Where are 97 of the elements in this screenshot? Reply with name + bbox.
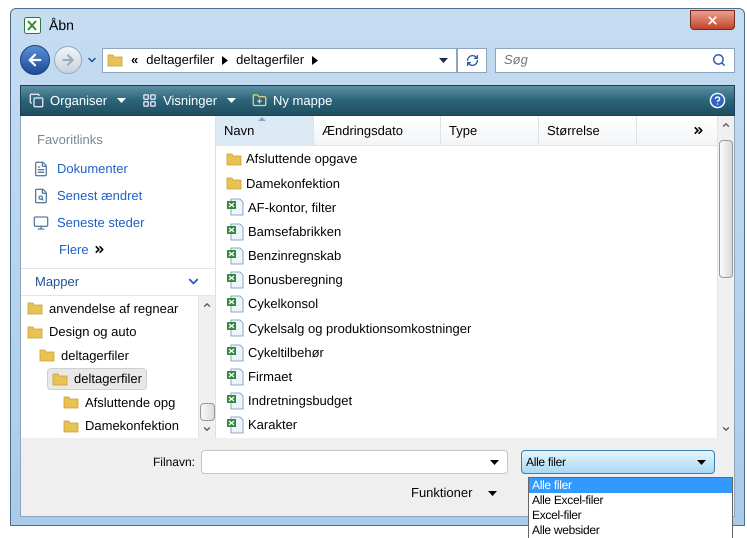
search-field[interactable]: Søg xyxy=(495,48,735,72)
help-icon[interactable] xyxy=(709,92,726,109)
more-columns-icon[interactable] xyxy=(692,124,705,137)
folder-icon xyxy=(39,347,55,364)
close-icon xyxy=(706,14,719,26)
file-item[interactable]: Afsluttende opgave xyxy=(216,147,717,172)
column-header[interactable]: Type xyxy=(441,116,539,145)
tree-item[interactable]: Design og auto xyxy=(23,320,140,343)
scroll-down-icon[interactable] xyxy=(202,424,212,434)
dropdown-arrow-icon[interactable] xyxy=(439,58,448,62)
breadcrumb-arrow-icon[interactable] xyxy=(312,56,318,64)
column-header[interactable]: Navn xyxy=(216,116,314,145)
spreadsheet-file-icon xyxy=(226,368,244,386)
scroll-thumb[interactable] xyxy=(719,140,733,278)
more-icon[interactable] xyxy=(92,243,106,256)
caret-icon xyxy=(697,460,706,464)
column-header[interactable]: Størrelse xyxy=(539,116,637,145)
grid-icon xyxy=(142,93,158,108)
favorite-link[interactable]: Senest ændret xyxy=(57,186,142,206)
caret-icon[interactable] xyxy=(490,460,499,464)
filename-field[interactable] xyxy=(201,450,508,474)
sort-arrow-icon xyxy=(258,117,266,121)
dropdown-option[interactable]: Excel-filer xyxy=(529,508,732,523)
file-item[interactable]: Cykelkonsol xyxy=(216,292,717,316)
app-icon xyxy=(24,16,41,34)
folder-icon xyxy=(52,370,68,387)
scroll-down-icon[interactable] xyxy=(721,424,731,434)
spreadsheet-file-icon xyxy=(226,416,244,434)
link-icon xyxy=(33,215,49,231)
scroll-up-icon[interactable] xyxy=(721,120,731,130)
column-header[interactable]: Ændringsdato xyxy=(314,116,441,145)
file-item[interactable]: AF-kontor, filter xyxy=(216,195,717,220)
refresh-icon xyxy=(466,54,478,66)
tree-item[interactable]: anvendelse af regnear xyxy=(23,297,182,320)
search-icon[interactable] xyxy=(712,53,726,67)
file-item[interactable]: Bamsefabrikken xyxy=(216,220,717,244)
file-item[interactable]: Firmaet xyxy=(216,364,717,389)
pages-icon xyxy=(29,93,44,108)
window-title: Åbn xyxy=(49,16,74,34)
folder-icon xyxy=(226,175,242,192)
tools-button[interactable]: Funktioner xyxy=(411,483,498,503)
file-item[interactable]: Cykelsalg og produktionsomkostninger xyxy=(216,316,717,340)
link-icon xyxy=(33,161,49,177)
caret-icon xyxy=(117,98,126,103)
favorite-link[interactable]: Seneste steder xyxy=(57,213,144,233)
spreadsheet-file-icon xyxy=(226,198,244,216)
back-button[interactable] xyxy=(20,45,50,75)
folder-icon xyxy=(226,151,242,168)
more-link[interactable]: Flere xyxy=(59,240,89,260)
arrow-right-icon xyxy=(60,52,76,68)
folder-icon xyxy=(27,324,43,340)
file-item[interactable]: Indretningsbudget xyxy=(216,388,717,414)
breadcrumb[interactable]: deltagerfiler xyxy=(146,50,214,70)
file-item[interactable]: Karakter xyxy=(216,413,717,438)
file-item[interactable]: Damekonfektion xyxy=(216,171,717,196)
caret-icon xyxy=(227,98,236,103)
spreadsheet-file-icon xyxy=(226,392,244,410)
spreadsheet-file-icon xyxy=(226,295,244,314)
refresh-button[interactable] xyxy=(457,48,487,72)
tree-item[interactable]: deltagerfiler xyxy=(47,368,147,390)
spreadsheet-file-icon xyxy=(226,344,244,362)
folder-plus-icon xyxy=(252,93,268,108)
close-button[interactable] xyxy=(690,10,735,30)
favorite-link[interactable]: Dokumenter xyxy=(57,159,128,179)
spreadsheet-file-icon xyxy=(226,319,244,338)
scroll-thumb[interactable] xyxy=(200,402,214,421)
toolbar-button[interactable]: Visninger xyxy=(142,90,236,110)
file-item[interactable]: Cykeltilbehør xyxy=(216,340,717,365)
tree-item[interactable]: deltagerfiler xyxy=(35,344,133,366)
spreadsheet-file-icon xyxy=(226,246,244,265)
breadcrumb[interactable]: deltagerfiler xyxy=(236,50,304,70)
folders-header[interactable]: Mapper xyxy=(21,268,215,296)
breadcrumb-arrow-icon[interactable] xyxy=(222,56,228,64)
spreadsheet-file-icon xyxy=(226,271,244,290)
file-item[interactable]: Benzinregnskab xyxy=(216,244,717,268)
scrollbar[interactable] xyxy=(717,116,734,438)
caret-icon xyxy=(488,490,498,496)
section-title: Favoritlinks xyxy=(36,131,104,149)
link-icon xyxy=(33,188,49,204)
dropdown-option[interactable]: Alle websider xyxy=(529,523,732,538)
toolbar-button[interactable]: Ny mappe xyxy=(252,90,332,110)
toolbar-button[interactable]: Organiser xyxy=(29,90,126,110)
folder-icon xyxy=(27,300,43,316)
search-input[interactable]: Søg xyxy=(504,50,712,70)
address-bar[interactable]: « deltagerfiler deltagerfiler xyxy=(102,48,457,72)
filename-label: Filnavn: xyxy=(152,454,196,471)
folder-icon xyxy=(107,52,123,68)
file-type-dropdown[interactable]: Alle filer xyxy=(521,450,715,474)
tree-item[interactable]: Afsluttende opg xyxy=(59,391,180,414)
folder-icon xyxy=(63,394,79,410)
overflow-mark[interactable]: « xyxy=(131,50,138,70)
file-item[interactable]: Bonusberegning xyxy=(216,268,717,292)
dropdown-option[interactable]: Alle Excel-filer xyxy=(529,493,732,508)
spreadsheet-file-icon xyxy=(226,222,244,241)
folder-icon xyxy=(63,418,79,434)
scrollbar[interactable] xyxy=(198,296,215,438)
tree-item[interactable]: Damekonfektion xyxy=(59,414,183,437)
